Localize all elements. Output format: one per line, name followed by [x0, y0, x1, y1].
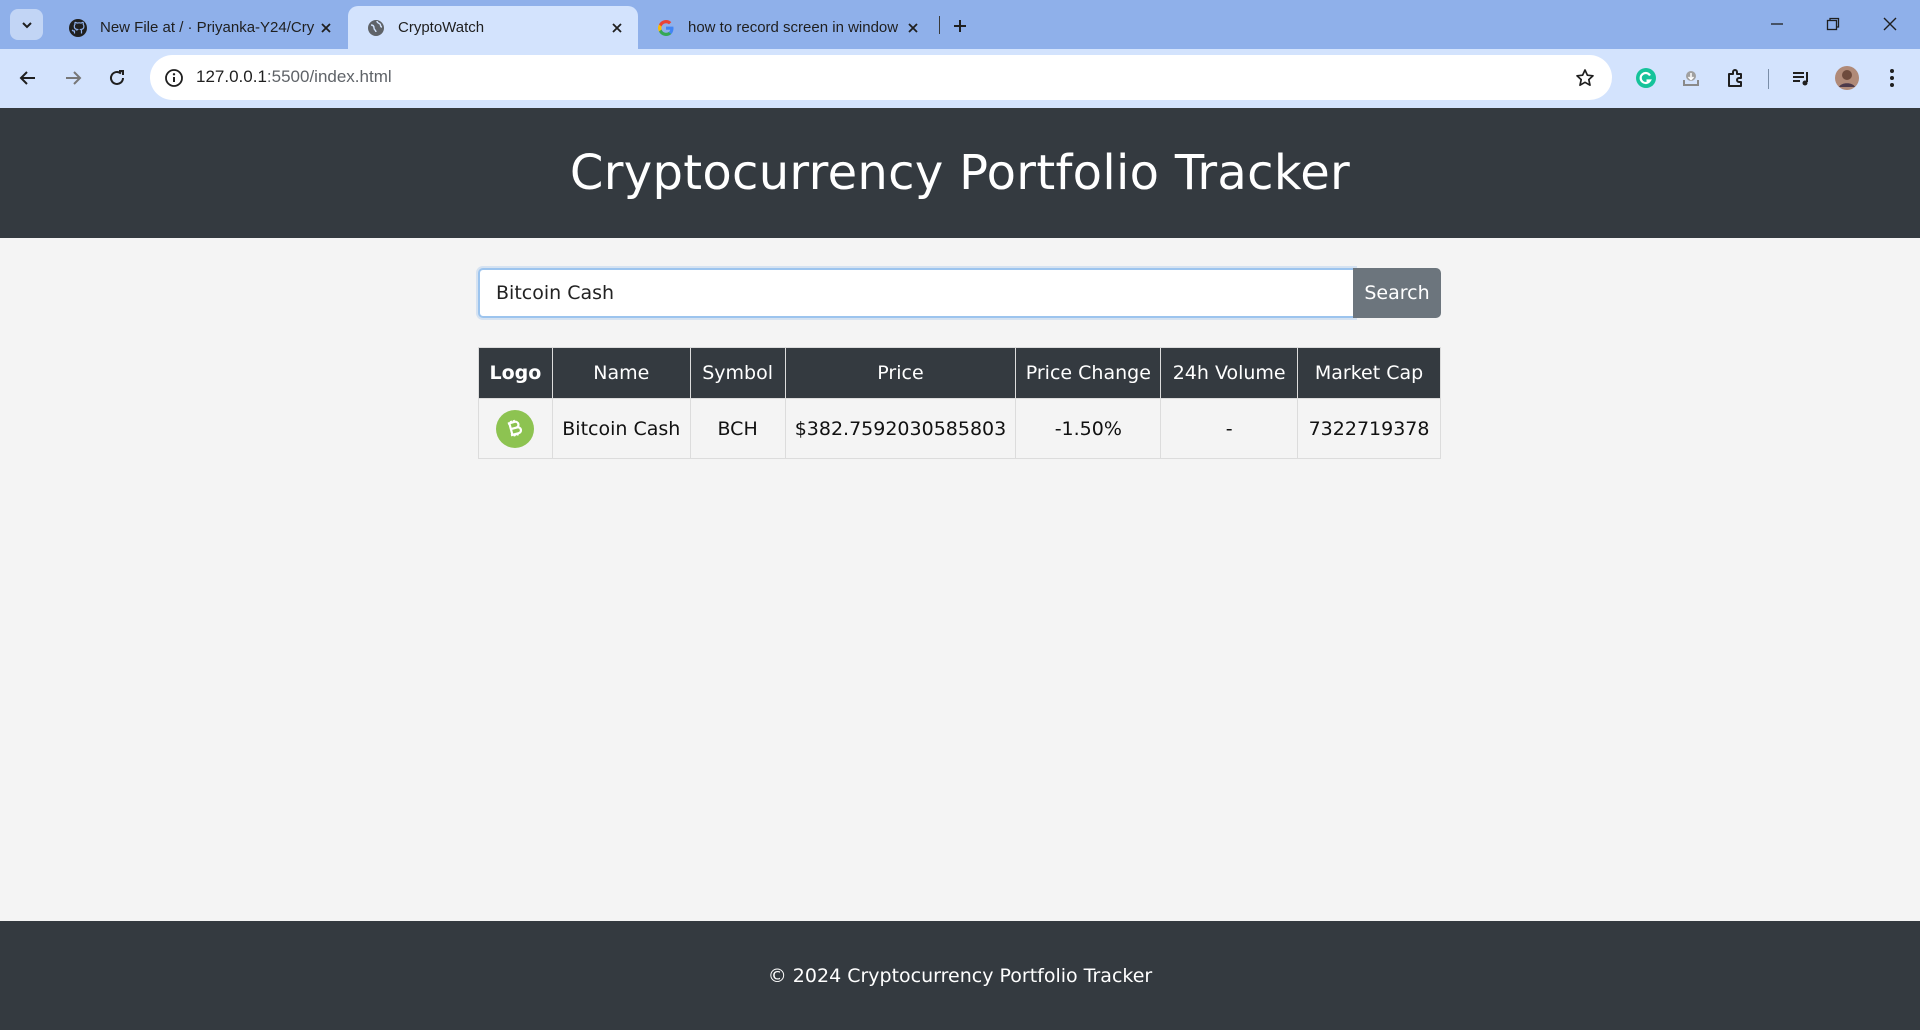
- search-button[interactable]: Search: [1353, 268, 1441, 318]
- address-bar[interactable]: 127.0.0.1:5500/index.html: [150, 55, 1612, 100]
- media-control-icon[interactable]: [1785, 62, 1817, 94]
- column-header-logo: Logo: [478, 347, 553, 399]
- url-path: :5500/index.html: [266, 67, 392, 86]
- coin-price: $382.7592030585803: [784, 398, 1017, 459]
- page-footer: © 2024 Cryptocurrency Portfolio Tracker: [0, 921, 1920, 1030]
- page-title: Cryptocurrency Portfolio Tracker: [569, 145, 1351, 201]
- url-text: 127.0.0.1:5500/index.html: [196, 67, 392, 87]
- minimize-icon: [1771, 23, 1783, 25]
- reload-icon: [110, 70, 124, 85]
- coin-price-change: -1.50%: [1015, 398, 1162, 459]
- tab-separator: [939, 16, 940, 34]
- tab-google-search[interactable]: how to record screen in window: [638, 6, 934, 49]
- column-header-24h-volume: 24h Volume: [1160, 347, 1299, 399]
- tab-title: New File at / · Priyanka-Y24/Cry: [100, 19, 315, 36]
- forward-button[interactable]: [56, 61, 90, 95]
- coin-market-cap: 7322719378: [1297, 398, 1441, 459]
- coin-24h-volume: -: [1160, 398, 1299, 459]
- tab-search-button[interactable]: [10, 9, 43, 40]
- site-info-icon[interactable]: [160, 64, 188, 92]
- bitcoin-cash-logo-icon: [496, 409, 535, 448]
- close-icon: [1883, 17, 1897, 31]
- restore-icon: [1826, 17, 1840, 31]
- restore-button[interactable]: [1810, 8, 1856, 40]
- google-icon: [656, 18, 676, 38]
- back-button[interactable]: [11, 61, 45, 95]
- extensions-puzzle-icon[interactable]: [1720, 62, 1752, 94]
- tab-title: how to record screen in window: [688, 19, 899, 36]
- bookmark-star-icon[interactable]: [1572, 65, 1598, 91]
- grammarly-extension-icon[interactable]: [1630, 62, 1662, 94]
- arrow-right-icon: [66, 71, 82, 85]
- table-row: Bitcoin Cash BCH $382.7592030585803 -1.5…: [478, 398, 1441, 459]
- tab-title: CryptoWatch: [398, 19, 485, 36]
- table-header-row: Logo Name Symbol Price Price Change 24h …: [478, 347, 1441, 399]
- coin-symbol: BCH: [689, 398, 786, 459]
- column-header-name: Name: [551, 347, 691, 399]
- column-header-market-cap: Market Cap: [1297, 347, 1441, 399]
- close-icon[interactable]: [315, 17, 337, 39]
- crypto-table: Logo Name Symbol Price Price Change 24h …: [478, 347, 1441, 459]
- profile-avatar[interactable]: [1831, 62, 1863, 94]
- minimize-button[interactable]: [1754, 8, 1800, 40]
- github-icon: [68, 18, 88, 38]
- logo-cell: [478, 398, 553, 459]
- toolbar-separator: [1768, 69, 1769, 89]
- arrow-left-icon: [19, 71, 35, 85]
- more-vertical-icon: [1890, 69, 1894, 87]
- column-header-price-change: Price Change: [1015, 347, 1162, 399]
- globe-icon: [366, 18, 386, 38]
- close-window-button[interactable]: [1867, 8, 1913, 40]
- footer-text: © 2024 Cryptocurrency Portfolio Tracker: [767, 964, 1153, 987]
- download-extension-icon[interactable]: [1675, 62, 1707, 94]
- tab-github[interactable]: New File at / · Priyanka-Y24/Cry: [50, 6, 347, 49]
- browser-toolbar: 127.0.0.1:5500/index.html: [0, 49, 1920, 108]
- column-header-symbol: Symbol: [689, 347, 786, 399]
- search-input[interactable]: [478, 268, 1355, 318]
- close-icon[interactable]: [902, 17, 924, 39]
- url-host: 127.0.0.1: [196, 67, 267, 86]
- new-tab-button[interactable]: [945, 11, 975, 41]
- reload-button[interactable]: [100, 61, 134, 95]
- chevron-down-icon: [21, 21, 32, 28]
- coin-name: Bitcoin Cash: [551, 398, 691, 459]
- search-bar: Search: [478, 268, 1441, 318]
- browser-tabstrip: New File at / · Priyanka-Y24/Cry CryptoW…: [0, 0, 1920, 49]
- column-header-price: Price: [784, 347, 1017, 399]
- tab-cryptowatch[interactable]: CryptoWatch: [348, 6, 638, 49]
- browser-menu-button[interactable]: [1876, 62, 1908, 94]
- page-header: Cryptocurrency Portfolio Tracker: [0, 108, 1920, 238]
- plus-icon: [954, 20, 966, 32]
- close-icon[interactable]: [606, 17, 628, 39]
